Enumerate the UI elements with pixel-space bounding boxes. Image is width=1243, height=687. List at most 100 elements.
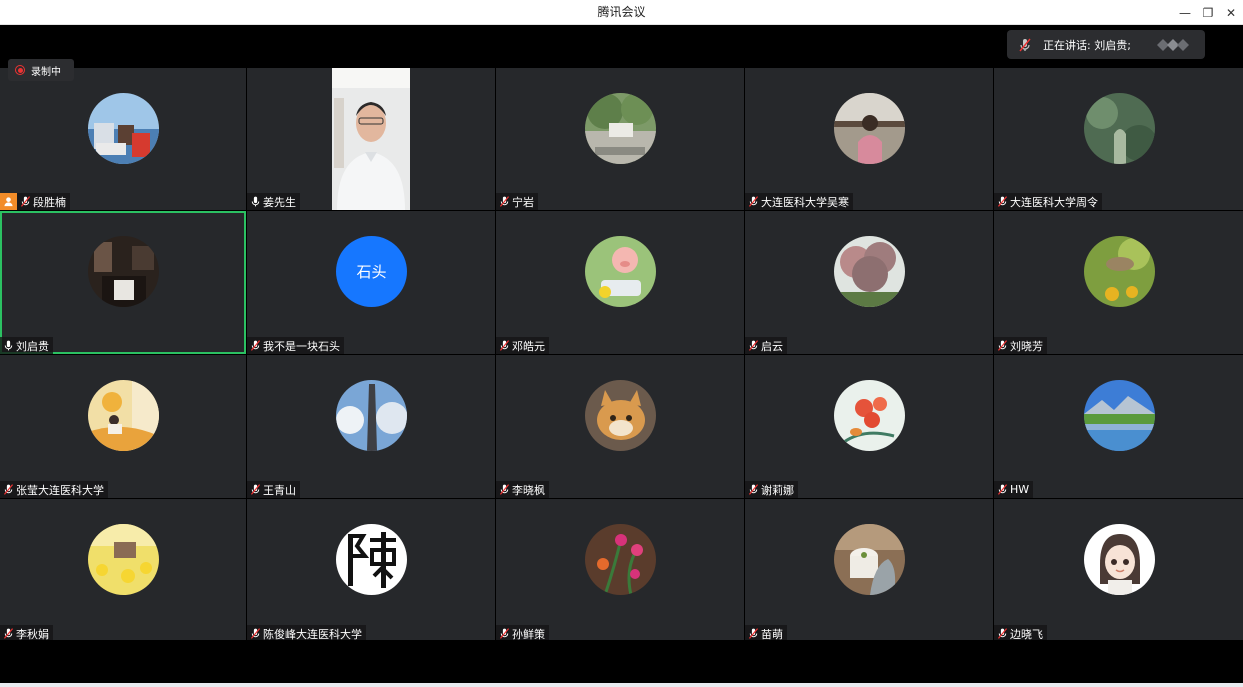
mic-icon [4, 340, 13, 351]
participant-name: 启云 [761, 339, 783, 353]
participant-name: 邓皓元 [512, 339, 545, 353]
cartoon-girl-avatar-icon [1083, 524, 1155, 595]
photo-lake-avatar-icon [1083, 380, 1155, 451]
name-tag: 刘启贵 [0, 337, 53, 354]
participant-tile[interactable]: 李晓枫 [496, 355, 744, 498]
participant-name: 我不是一块石头 [263, 339, 340, 353]
participant-tile[interactable]: 张莹大连医科大学 [0, 355, 246, 498]
participant-tile[interactable]: 石头 我不是一块石头 [247, 211, 495, 354]
recording-indicator[interactable]: 录制中 [8, 59, 74, 81]
window-title: 腾讯会议 [597, 5, 646, 19]
participant-tile[interactable]: 谢莉娜 [745, 355, 993, 498]
restore-button[interactable]: ❐ [1199, 4, 1217, 22]
photo-cat-avatar-icon [585, 380, 656, 451]
participant-tile[interactable]: 邓皓元 [496, 211, 744, 354]
participant-name: 段胜楠 [33, 195, 66, 209]
record-dot-icon [15, 65, 25, 75]
illustration-avatar-icon [88, 380, 159, 451]
participant-name: 李晓枫 [512, 483, 545, 497]
participant-tile[interactable]: 孙鲜策 [496, 499, 744, 642]
participant-name: HW [1010, 483, 1030, 496]
photo-green-avatar-icon [1083, 93, 1155, 164]
participant-tile[interactable]: 苗萌 [745, 499, 993, 642]
avatar [1083, 524, 1155, 595]
avatar-text: 石头 [356, 263, 387, 281]
mic-muted-icon [499, 196, 510, 207]
person-video-icon [332, 68, 410, 210]
photo-yellow-field-avatar-icon [88, 524, 159, 595]
avatar [1083, 236, 1155, 307]
participant-tile[interactable]: 边晓飞 [994, 499, 1243, 642]
name-tag: 张莹大连医科大学 [0, 481, 108, 498]
name-tag: HW [994, 481, 1034, 498]
camera-video [332, 68, 410, 210]
photo-girl-avatar-icon [834, 93, 905, 164]
participant-tile[interactable]: 启云 [745, 211, 993, 354]
avatar [834, 380, 905, 451]
name-tag: 谢莉娜 [745, 481, 798, 498]
participant-tile[interactable]: 刘晓芳 [994, 211, 1243, 354]
photo-flowers-avatar-icon [585, 524, 656, 595]
mic-muted-icon [499, 340, 510, 351]
mic-muted-icon [748, 484, 759, 495]
name-tag: 姜先生 [247, 193, 300, 210]
participant-name: 刘启贵 [16, 339, 49, 353]
participant-name: 谢莉娜 [761, 483, 794, 497]
avatar [585, 93, 656, 164]
avatar [834, 93, 905, 164]
name-tag: 大连医科大学周令 [994, 193, 1102, 210]
cartoon-pig-avatar-icon [585, 236, 656, 307]
name-tag: 段胜楠 [0, 193, 70, 210]
photo-teacup-avatar-icon [834, 524, 905, 595]
name-tag: 我不是一块石头 [247, 337, 344, 354]
mic-muted-icon [748, 340, 759, 351]
close-button[interactable]: ✕ [1222, 4, 1240, 22]
mic-muted-icon [997, 196, 1008, 207]
participant-tile[interactable]: 宁岩 [496, 68, 744, 210]
mic-muted-icon [748, 196, 759, 207]
mic-muted-icon [250, 628, 261, 639]
calligraphy-avatar-icon [336, 524, 407, 595]
photo-park-avatar-icon [585, 93, 656, 164]
mic-muted-icon [1019, 38, 1031, 51]
avatar [834, 524, 905, 595]
avatar [88, 380, 159, 451]
name-tag: 启云 [745, 337, 787, 354]
photo-harbor-avatar-icon [88, 93, 159, 164]
avatar [585, 524, 656, 595]
avatar [336, 380, 407, 451]
participant-name: 大连医科大学吴寒 [761, 195, 849, 209]
avatar [88, 524, 159, 595]
minimize-button[interactable]: — [1176, 4, 1194, 22]
mic-muted-icon [997, 340, 1008, 351]
avatar [1083, 93, 1155, 164]
name-tag: 宁岩 [496, 193, 538, 210]
participant-tile[interactable]: 大连医科大学吴寒 [745, 68, 993, 210]
avatar [336, 524, 407, 595]
name-tag: 刘晓芳 [994, 337, 1047, 354]
mic-muted-icon [250, 340, 261, 351]
name-tag: 王青山 [247, 481, 300, 498]
participant-tile[interactable]: 大连医科大学周令 [994, 68, 1243, 210]
participant-tile[interactable]: 陈俊峰大连医科大学 [247, 499, 495, 642]
participant-tile-active[interactable]: 刘启贵 [0, 211, 246, 354]
participant-tile[interactable]: 李秋娟 [0, 499, 246, 642]
participant-tile[interactable]: 姜先生 [247, 68, 495, 210]
painting-flowers-avatar-icon [834, 380, 905, 451]
avatar [1083, 380, 1155, 451]
mic-muted-icon [3, 484, 14, 495]
participant-name: 宁岩 [512, 195, 534, 209]
participant-tile[interactable]: 段胜楠 [0, 68, 246, 210]
participant-name: 大连医科大学周令 [1010, 195, 1098, 209]
avatar: 石头 [336, 236, 407, 307]
participant-name: 张莹大连医科大学 [16, 483, 104, 497]
photo-room-avatar-icon [88, 236, 159, 307]
participant-tile[interactable]: HW [994, 355, 1243, 498]
participant-tile[interactable]: 王青山 [247, 355, 495, 498]
mic-muted-icon [20, 196, 31, 207]
avatar [88, 236, 159, 307]
name-tag: 李晓枫 [496, 481, 549, 498]
mic-muted-icon [3, 628, 14, 639]
participant-name: 刘晓芳 [1010, 339, 1043, 353]
mic-muted-icon [499, 484, 510, 495]
